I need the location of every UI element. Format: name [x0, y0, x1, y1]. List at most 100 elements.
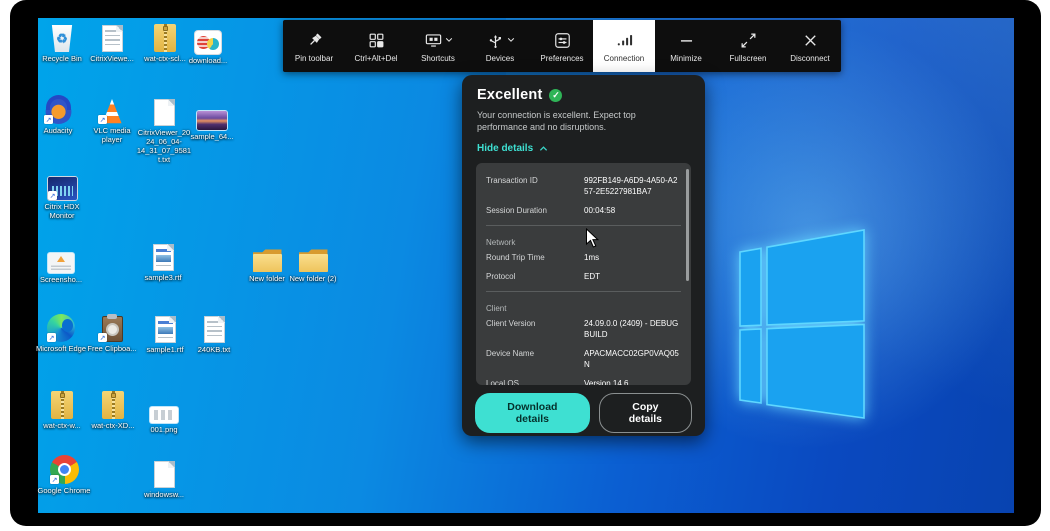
desktop-icon-sample1-rtf[interactable]: sample1.rtf [137, 311, 193, 354]
session-toolbar: Pin toolbar Ctrl+Alt+Del Shortcuts Devices P… [283, 20, 841, 72]
desktop-icon-label: VLC media player [93, 126, 131, 144]
toolbar-button-devices[interactable]: Devices [469, 20, 531, 72]
desktop-icon-free-clipboa[interactable]: ↗ Free Clipboa... [84, 310, 140, 353]
details-value: 1ms [584, 253, 600, 262]
details-row-client-version: Client Version 24.09.0.0 (2409) - DEBUG B… [486, 314, 681, 344]
zip-icon [96, 387, 130, 419]
doc-blank-icon [147, 456, 181, 488]
details-row-device-name: Device Name APACMACC02GP0VAQ05N [486, 344, 681, 374]
details-label: Round Trip Time [486, 253, 545, 262]
toolbar-button-label: Devices [485, 54, 515, 63]
shortcut-arrow-icon: ↗ [98, 333, 107, 342]
details-value: 00:04:58 [584, 206, 616, 215]
toolbar-button-preferences[interactable]: Preferences [531, 20, 593, 72]
toolbar-button-label: Disconnect [790, 54, 830, 63]
desktop-icon-wat-ctx-w[interactable]: wat-ctx-w... [34, 387, 90, 430]
connection-panel: Excellent ✓ Your connection is excellent… [462, 75, 705, 436]
panel-actions: Download details Copy details [462, 385, 705, 433]
desktop-icon-sample-64[interactable]: sample_64... [184, 98, 240, 141]
toolbar-button-shortcuts[interactable]: Shortcuts [407, 20, 469, 72]
download-details-button[interactable]: Download details [475, 393, 590, 433]
hide-details-toggle[interactable]: Hide details [477, 143, 690, 154]
edge-icon: ↗ [44, 310, 78, 342]
copy-details-button[interactable]: Copy details [598, 393, 692, 433]
details-section-client: Client [486, 304, 507, 313]
desktop-icon-label: Google Chrome [37, 486, 91, 495]
audacity-icon: ↗ [41, 92, 75, 124]
details-row-round-trip-time: Round Trip Time 1ms [486, 248, 681, 267]
desktop-icon-recycle-bin[interactable]: ♻ Recycle Bin [34, 20, 90, 63]
windows-logo-icon [739, 229, 865, 419]
preferences-icon [553, 29, 572, 51]
desktop-icon-label: wat-ctx-XD... [91, 421, 135, 430]
img-diagram-icon [147, 391, 181, 423]
details-value: APACMACC02GP0VAQ05N [584, 349, 679, 369]
toolbar-button-connection[interactable]: Connection [593, 20, 655, 72]
connection-details-list[interactable]: Transaction ID 992FB149-A6D9-4A50-A257-2E… [476, 163, 691, 385]
desktop-icon-label: Screensho... [39, 275, 83, 284]
desktop-icon-label: download... [188, 56, 228, 65]
desktop-icon-new-folder-2[interactable]: New folder (2) [285, 240, 341, 283]
details-row-local-os: Local OS Version 14.6 [486, 374, 681, 385]
pin-icon [305, 29, 324, 51]
zip-icon [148, 20, 182, 52]
desktop-icon-label: CitrixViewe... [90, 54, 134, 63]
desktop-icon-label: Microsoft Edge [35, 344, 87, 353]
toolbar-button-label: Preferences [540, 54, 584, 63]
hide-details-label: Hide details [477, 143, 534, 154]
connection-icon [615, 29, 634, 51]
details-label: Protocol [486, 272, 516, 281]
toolbar-button-ctrl-alt-del[interactable]: Ctrl+Alt+Del [345, 20, 407, 72]
desktop-icon-label: sample3.rtf [144, 273, 182, 282]
desktop-icon-audacity[interactable]: ↗ Audacity [30, 92, 86, 135]
toolbar-button-label: Pin toolbar [294, 54, 334, 63]
screen: Pin toolbar Ctrl+Alt+Del Shortcuts Devices P… [0, 0, 1050, 531]
shortcut-arrow-icon: ↗ [48, 191, 57, 200]
chevron-up-icon [540, 146, 548, 151]
scrollbar-thumb[interactable] [686, 169, 689, 281]
devices-icon [486, 29, 515, 51]
shortcut-arrow-icon: ↗ [50, 475, 59, 484]
hdx-icon: ↗ [45, 168, 79, 200]
desktop-icon-screensho[interactable]: Screensho... [33, 241, 89, 284]
disconnect-icon [801, 29, 820, 51]
doc-lines-icon [197, 311, 231, 343]
rtf-icon [148, 311, 182, 343]
doc-blank-icon [147, 94, 181, 126]
clipboard-icon: ↗ [95, 310, 129, 342]
desktop-icon-vlc-media-player[interactable]: ↗ VLC media player [84, 92, 140, 144]
doc-lines-icon [95, 20, 129, 52]
vlc-icon: ↗ [95, 92, 129, 124]
media-icon [191, 22, 225, 54]
folder-icon [296, 240, 330, 272]
check-circle-icon: ✓ [549, 88, 563, 102]
desktop-icon-citrixviewe[interactable]: CitrixViewe... [84, 20, 140, 63]
toolbar-button-fullscreen[interactable]: Fullscreen [717, 20, 779, 72]
zip-icon [45, 387, 79, 419]
toolbar-button-label: Ctrl+Alt+Del [354, 54, 398, 63]
desktop-icon-windowsw[interactable]: windowsw... [136, 456, 192, 499]
desktop-icon-google-chrome[interactable]: ↗ Google Chrome [36, 452, 92, 495]
desktop-icon-wat-ctx-xd[interactable]: wat-ctx-XD... [85, 387, 141, 430]
desktop-icon-label: sample1.rtf [146, 345, 184, 354]
desktop-icon-sample3-rtf[interactable]: sample3.rtf [135, 239, 191, 282]
shortcut-arrow-icon: ↗ [47, 333, 56, 342]
connection-status-title: Excellent [477, 87, 543, 103]
details-section-network: Network [486, 238, 516, 247]
desktop-icon-240kb-txt[interactable]: 240KB.txt [186, 311, 242, 354]
toolbar-button-pin-toolbar[interactable]: Pin toolbar [283, 20, 345, 72]
desktop-icon-citrix-hdx-monitor[interactable]: ↗ Citrix HDX Monitor [34, 168, 90, 220]
connection-status-description: Your connection is excellent. Expect top… [477, 110, 636, 132]
chevron-down-icon [507, 37, 515, 43]
desktop-icon-microsoft-edge[interactable]: ↗ Microsoft Edge [33, 310, 89, 353]
details-label: Device Name [486, 349, 535, 358]
details-value: 992FB149-A6D9-4A50-A257-2E5227981BA7 [584, 176, 678, 196]
desktop-icon-download[interactable]: download... [180, 22, 236, 65]
desktop-icon-001-png[interactable]: 001.png [136, 391, 192, 434]
details-value: Version 14.6 [584, 379, 629, 385]
shortcuts-icon [424, 29, 453, 51]
toolbar-button-minimize[interactable]: Minimize [655, 20, 717, 72]
details-divider [486, 225, 681, 226]
toolbar-button-disconnect[interactable]: Disconnect [779, 20, 841, 72]
details-row-protocol: Protocol EDT [486, 267, 681, 286]
